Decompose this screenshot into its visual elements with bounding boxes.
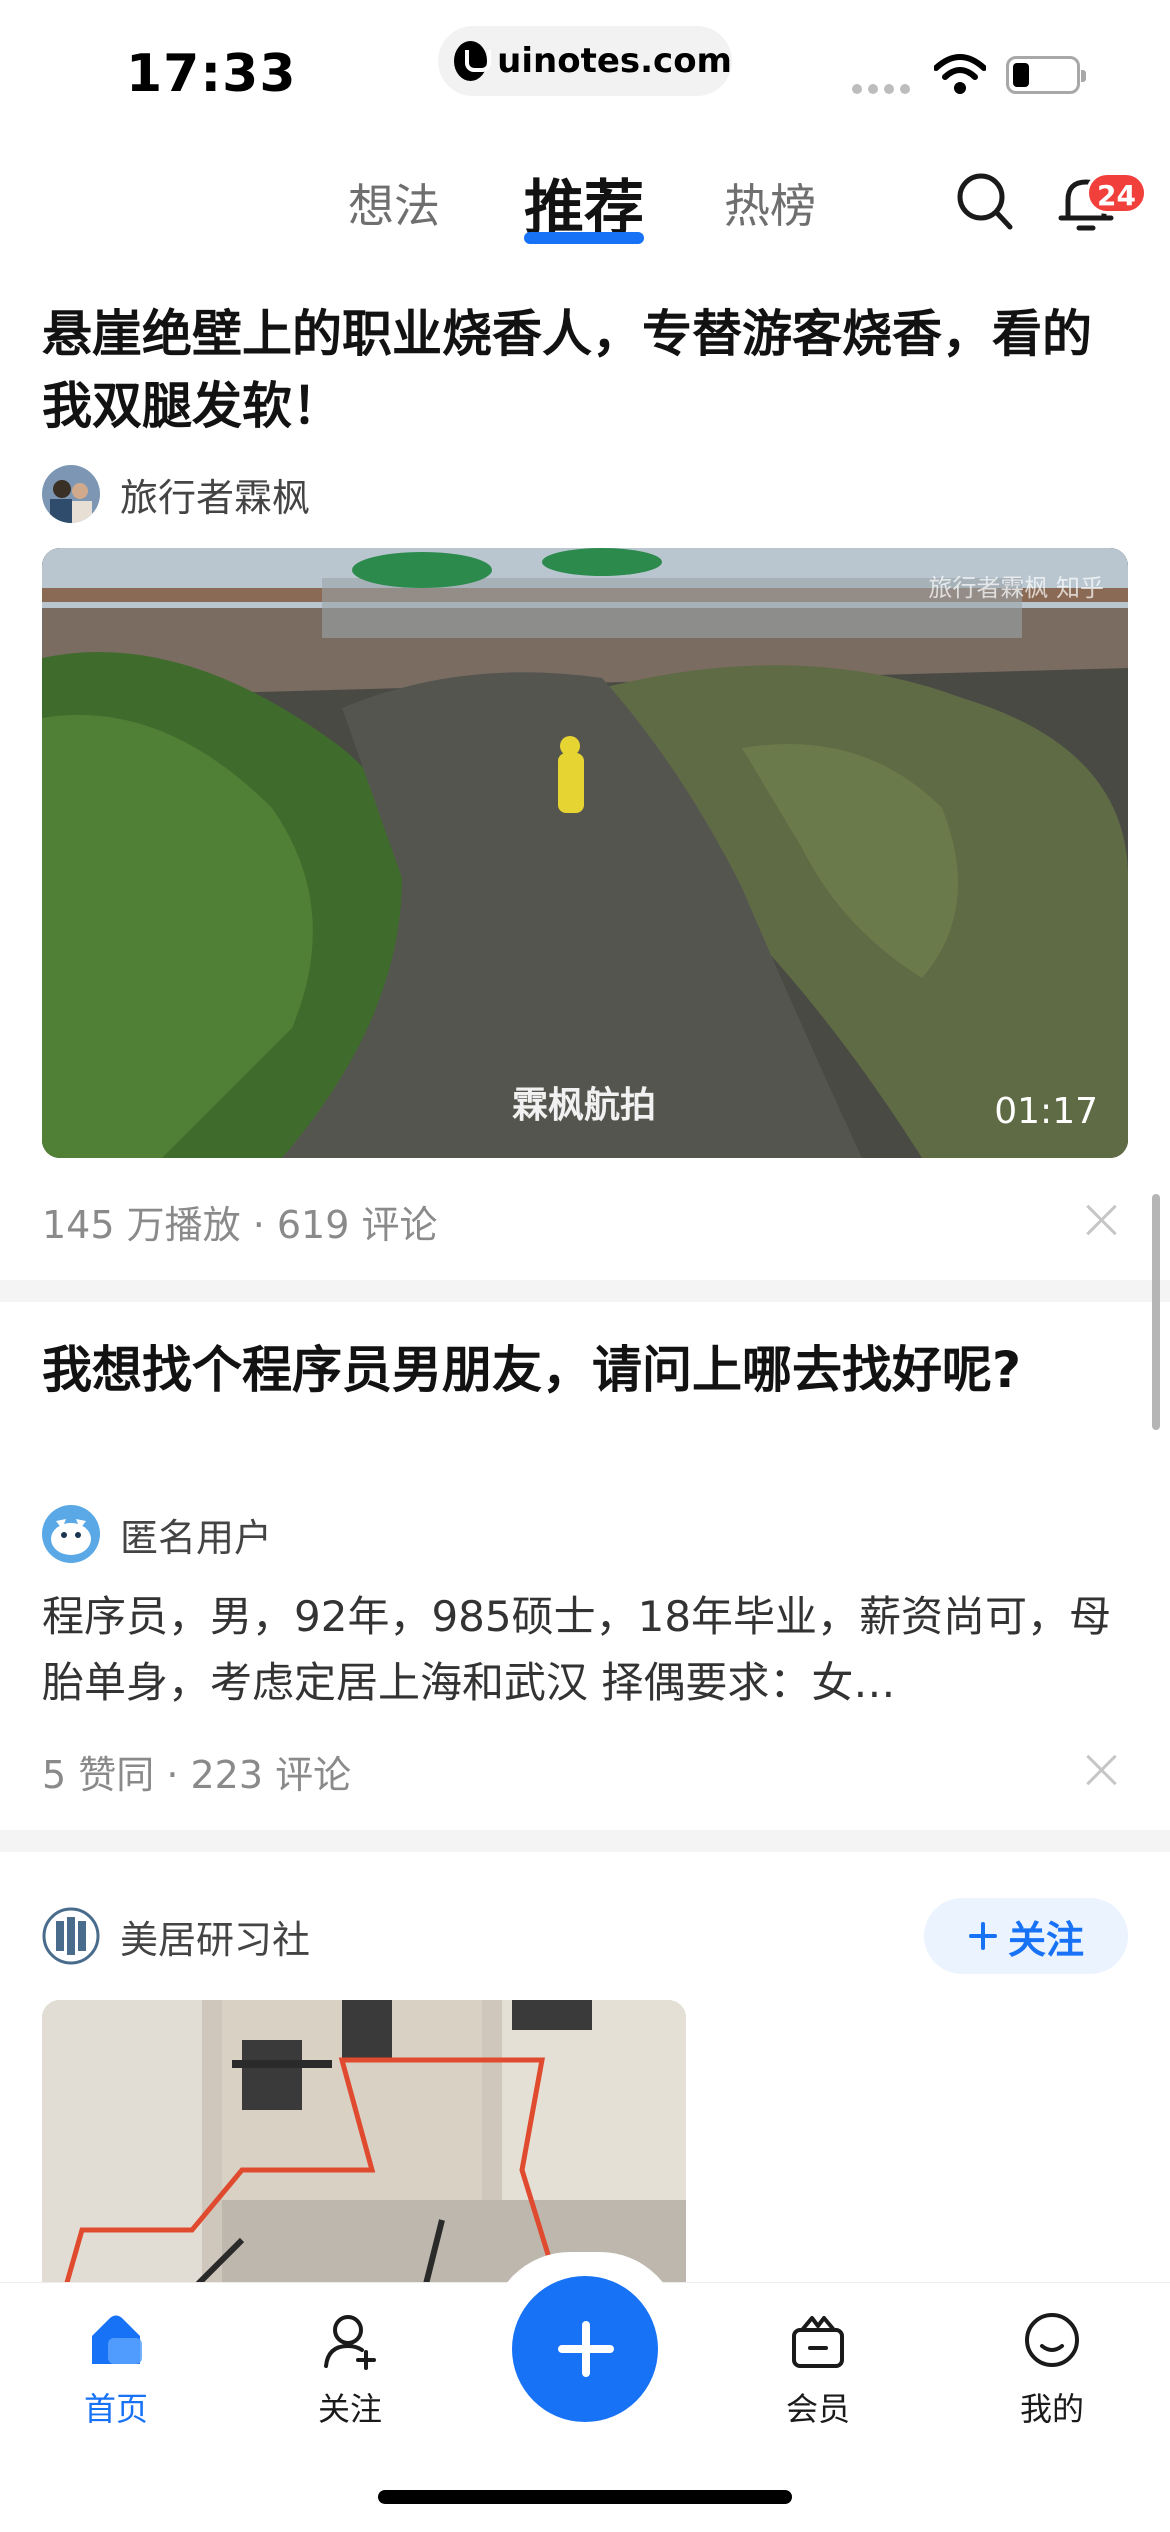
notification-count-badge: 24: [1086, 172, 1147, 214]
card-excerpt[interactable]: 程序员，男，92年，985硕士，18年毕业，薪资尚可，母胎单身，考虑定居上海和武…: [42, 1584, 1122, 1716]
author-name[interactable]: 旅行者霖枫: [120, 467, 310, 522]
home-icon: [92, 2315, 142, 2364]
create-post-plus-button[interactable]: [512, 2276, 658, 2422]
search-icon[interactable]: [956, 172, 1014, 232]
status-time: 17:33: [126, 44, 297, 104]
plus-icon: [968, 1922, 997, 1950]
author-row[interactable]: 美居研习社: [42, 1906, 310, 1966]
author-row[interactable]: 匿名用户: [42, 1504, 272, 1564]
follow-button-label: 关注: [1007, 1917, 1084, 1962]
url-pill[interactable]: uinotes.com: [438, 26, 732, 96]
dismiss-close-icon[interactable]: [1084, 1202, 1120, 1238]
screen: 17:33 uinotes.com 想法 推荐 热榜 24 悬崖绝壁上的职业烧香…: [0, 0, 1170, 2532]
author-name: 匿名用户: [120, 1515, 273, 1560]
battery-icon: [1006, 56, 1086, 94]
avatar[interactable]: [42, 1907, 100, 1965]
nav-follow-label: 关注: [317, 2390, 382, 2428]
nav-profile-label: 我的: [1019, 2390, 1084, 2428]
home-indicator[interactable]: [378, 2490, 792, 2504]
video-duration: 01:17: [994, 1091, 1098, 1132]
nav-home[interactable]: 首页: [46, 2310, 186, 2430]
card-meta: 145 万播放 · 619 评论: [42, 1203, 438, 1247]
card-divider: [0, 1280, 1170, 1302]
avatar: [42, 1505, 100, 1563]
author-row[interactable]: 旅行者霖枫: [42, 464, 310, 524]
site-logo-icon: [454, 41, 492, 81]
dismiss-close-icon[interactable]: [1084, 1752, 1120, 1788]
member-bag-icon: [792, 2316, 844, 2368]
active-tab-indicator: [524, 232, 644, 244]
author-name[interactable]: 美居研习社: [120, 1909, 310, 1964]
tab-hot-list[interactable]: 热榜: [724, 170, 816, 236]
nav-member[interactable]: 会员: [748, 2310, 888, 2430]
video-watermark: 旅行者霖枫 知乎: [928, 574, 1104, 602]
tab-thoughts[interactable]: 想法: [348, 170, 440, 236]
wifi-icon: [934, 54, 986, 94]
cellular-signal-icon: [852, 84, 910, 94]
follow-user-icon: [324, 2315, 376, 2370]
video-thumbnail[interactable]: 旅行者霖枫 知乎 霖枫航拍 01:17: [42, 548, 1128, 1158]
url-text: uinotes.com: [497, 41, 732, 81]
scrollbar[interactable]: [1152, 1194, 1160, 1430]
nav-member-label: 会员: [785, 2390, 850, 2428]
nav-profile[interactable]: 我的: [982, 2310, 1122, 2430]
nav-home-label: 首页: [83, 2390, 148, 2428]
card-title[interactable]: 我想找个程序员男朋友，请问上哪去找好呢?: [42, 1334, 1102, 1406]
video-caption: 霖枫航拍: [512, 1085, 657, 1126]
status-bar: 17:33 uinotes.com: [0, 0, 1170, 140]
avatar[interactable]: [42, 465, 100, 523]
nav-follow[interactable]: 关注: [280, 2310, 420, 2430]
profile-face-icon: [1025, 2313, 1079, 2367]
card-meta: 5 赞同 · 223 评论: [42, 1753, 352, 1797]
follow-button[interactable]: 关注: [924, 1898, 1128, 1974]
card-title[interactable]: 悬崖绝壁上的职业烧香人，专替游客烧香，看的我双腿发软！: [42, 298, 1102, 442]
top-nav: 想法 推荐 热榜 24: [0, 150, 1170, 260]
card-divider: [0, 1830, 1170, 1852]
